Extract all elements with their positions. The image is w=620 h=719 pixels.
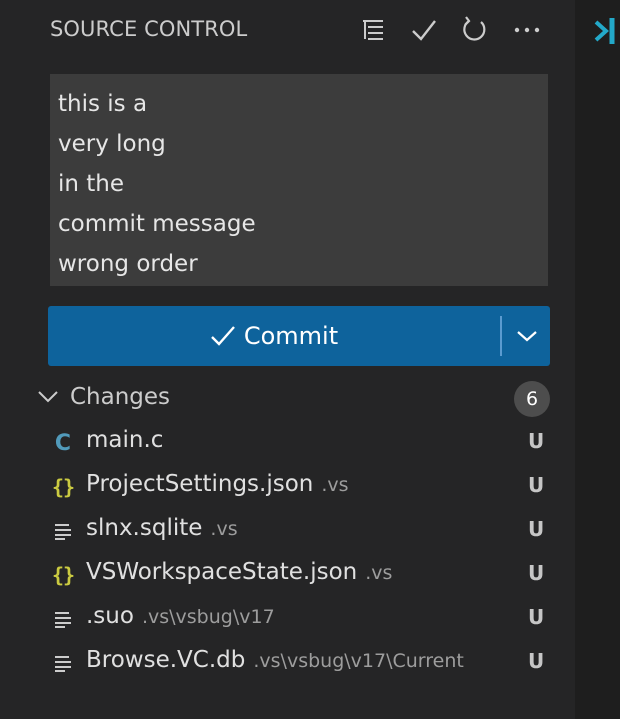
changes-section-header[interactable]: Changes 6 — [30, 378, 560, 420]
file-row-suo[interactable]: .suo .vs\vsbug\v17 U — [0, 597, 575, 641]
file-name: main.c — [86, 427, 164, 453]
commit-message-line: this is a — [58, 91, 148, 117]
file-status: U — [528, 473, 545, 497]
changes-count-badge: 6 — [514, 381, 550, 417]
file-status: U — [528, 517, 545, 541]
file-row-slnx-sqlite[interactable]: slnx.sqlite .vs U — [0, 509, 575, 553]
more-actions-icon[interactable] — [510, 13, 544, 47]
commit-dropdown-button[interactable] — [504, 306, 550, 366]
commit-message-line: very long — [58, 131, 166, 157]
file-row-projectsettings-json[interactable]: {} ProjectSettings.json .vs U — [0, 465, 575, 509]
file-name: ProjectSettings.json — [86, 471, 314, 497]
file-path: .vs — [365, 562, 393, 584]
commit-button-group: Commit — [48, 306, 550, 366]
text-file-icon — [50, 605, 76, 633]
file-status: U — [528, 561, 545, 585]
file-name: VSWorkspaceState.json — [86, 559, 358, 585]
file-row-main-c[interactable]: C main.c U — [0, 421, 575, 465]
file-status: U — [528, 649, 545, 673]
json-file-icon: {} — [51, 563, 75, 587]
file-row-browse-vc-db[interactable]: Browse.VC.db .vs\vsbug\v17\Current U — [0, 641, 575, 685]
source-control-panel: SOURCE CONTROL this is a very long in th… — [0, 0, 575, 719]
view-as-tree-icon[interactable] — [356, 13, 390, 47]
file-status: U — [528, 605, 545, 629]
check-icon — [210, 324, 236, 348]
commit-button-label: Commit — [243, 322, 339, 350]
changes-label: Changes — [70, 384, 171, 410]
file-path: .vs\vsbug\v17 — [141, 606, 275, 628]
file-name: Browse.VC.db — [86, 647, 246, 673]
commit-message-line: wrong order — [58, 251, 198, 277]
file-path: .vs\vsbug\v17\Current — [253, 650, 464, 672]
commit-button[interactable]: Commit — [48, 306, 500, 366]
file-row-vsworkspacestate-json[interactable]: {} VSWorkspaceState.json .vs U — [0, 553, 575, 597]
commit-message-line: commit message — [58, 211, 256, 237]
file-status: U — [528, 429, 545, 453]
editor-area — [575, 0, 620, 719]
json-file-icon: {} — [51, 475, 75, 499]
chevron-down-icon — [38, 391, 58, 403]
commit-button-divider — [500, 316, 502, 356]
commit-message-line: in the — [58, 171, 125, 197]
file-path: .vs — [321, 474, 349, 496]
panel-header: SOURCE CONTROL — [0, 0, 575, 60]
text-file-icon — [50, 517, 76, 545]
panel-title: SOURCE CONTROL — [50, 17, 248, 41]
file-name: .suo — [86, 603, 134, 629]
vscode-logo-icon — [594, 18, 615, 44]
c-file-icon: C — [54, 430, 72, 456]
commit-message-input[interactable]: this is a very long in the commit messag… — [50, 74, 548, 286]
file-name: slnx.sqlite — [86, 515, 203, 541]
refresh-icon[interactable] — [458, 13, 492, 47]
file-path: .vs — [210, 518, 238, 540]
text-file-icon — [50, 649, 76, 677]
commit-check-icon[interactable] — [407, 13, 441, 47]
chevron-down-icon — [517, 331, 537, 342]
